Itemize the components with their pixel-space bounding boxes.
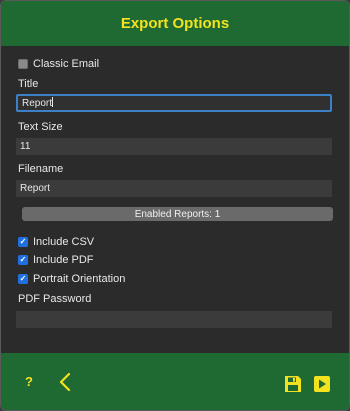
- classic-email-label: Classic Email: [33, 58, 100, 70]
- include-pdf-checkbox[interactable]: ✓ Include PDF: [18, 254, 94, 266]
- save-disk-icon[interactable]: [283, 374, 303, 394]
- back-arrow-icon[interactable]: [55, 371, 75, 393]
- title-label: Title: [18, 78, 39, 90]
- title-input-value: Report: [22, 98, 53, 109]
- checkmark-icon[interactable]: ✓: [18, 274, 28, 284]
- checkmark-icon[interactable]: ✓: [18, 255, 28, 265]
- play-export-icon[interactable]: [312, 374, 332, 394]
- export-options-window: Export Options Classic Email Title Repor…: [0, 0, 350, 411]
- classic-email-checkbox[interactable]: Classic Email: [18, 58, 99, 70]
- title-bar: Export Options: [1, 1, 349, 46]
- pdf-password-input[interactable]: [16, 311, 332, 328]
- text-size-label: Text Size: [18, 121, 63, 133]
- filename-input[interactable]: Report: [16, 180, 332, 197]
- unchecked-box-icon[interactable]: [18, 59, 28, 69]
- pdf-password-label: PDF Password: [18, 293, 92, 305]
- portrait-orientation-label: Portrait Orientation: [33, 273, 126, 285]
- include-pdf-label: Include PDF: [33, 254, 94, 266]
- include-csv-label: Include CSV: [33, 236, 95, 248]
- dialog-title: Export Options: [120, 15, 230, 32]
- checkmark-icon[interactable]: ✓: [18, 237, 28, 247]
- enabled-reports-button[interactable]: Enabled Reports: 1: [22, 207, 333, 221]
- include-csv-checkbox[interactable]: ✓ Include CSV: [18, 236, 94, 248]
- text-cursor: [52, 97, 54, 107]
- text-size-input[interactable]: 11: [16, 138, 332, 155]
- portrait-orientation-checkbox[interactable]: ✓ Portrait Orientation: [18, 273, 125, 285]
- help-icon[interactable]: ?: [21, 373, 37, 389]
- bottom-toolbar: ?: [1, 353, 349, 410]
- title-input[interactable]: Report: [16, 94, 332, 112]
- filename-label: Filename: [18, 163, 64, 175]
- filename-value: Report: [20, 183, 51, 194]
- options-panel: Classic Email Title Report Text Size 11 …: [1, 46, 349, 353]
- text-size-value: 11: [20, 141, 31, 152]
